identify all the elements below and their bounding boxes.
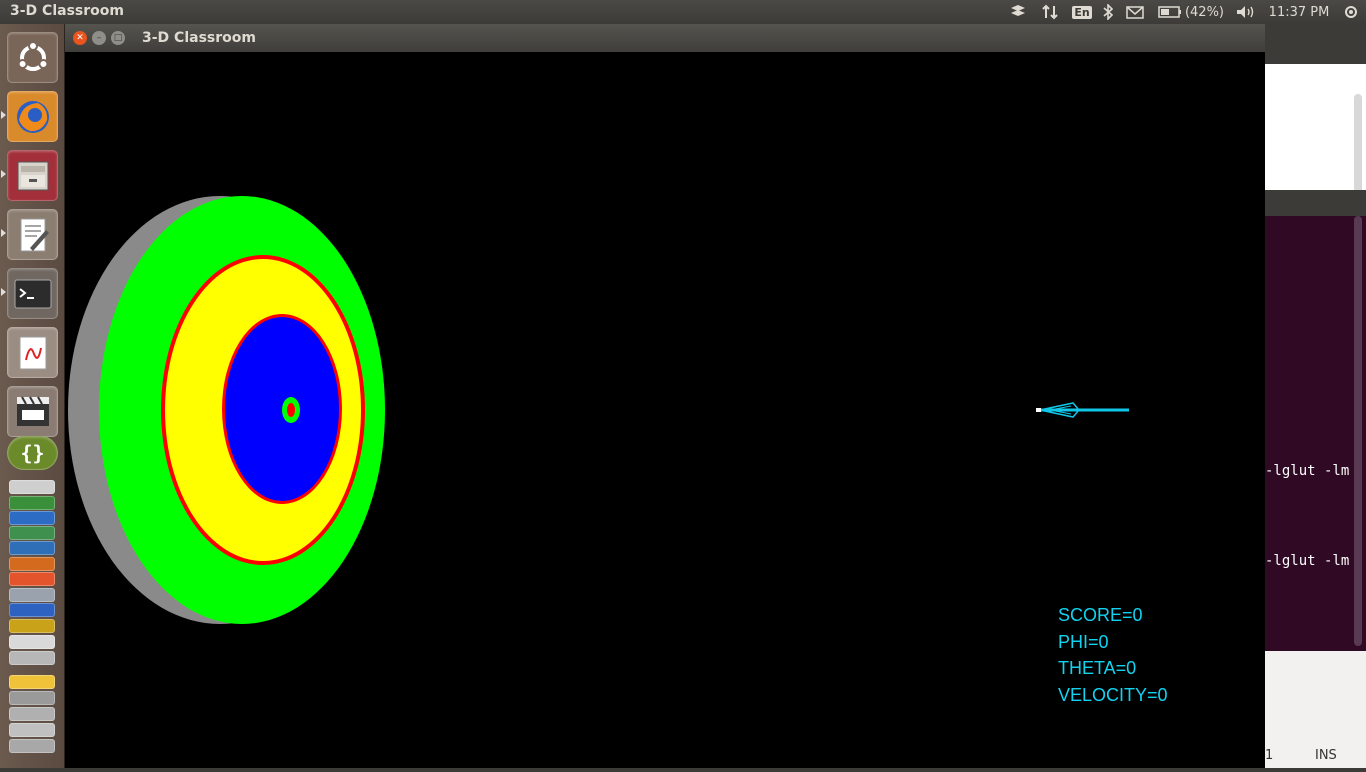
terminal-line: -lglut -lm [1265,553,1350,569]
launcher-stacked-app[interactable] [9,707,55,721]
target-board [68,196,385,624]
volume-icon[interactable] [1234,0,1258,24]
target-inner-ring [225,317,339,501]
launcher-stacked-app[interactable] [9,526,55,540]
launcher-terminal[interactable] [7,268,58,319]
clock[interactable]: 11:37 PM [1264,0,1334,24]
launcher-stacked-app[interactable] [9,511,55,525]
launcher-stacked-app[interactable] [9,557,55,571]
terminal-icon [14,279,51,308]
dropbox-icon[interactable] [1006,0,1030,24]
clock-time: 11:37 PM [1268,4,1330,20]
firefox-icon [16,100,49,133]
top-panel: 3-D Classroom En (42%) 11:37 PM [0,0,1366,24]
launcher-stacked-app[interactable] [9,496,55,510]
hud-phi: PHI=0 [1058,631,1109,652]
main-window: ✕ – □ 3-D Classroom SCORE=0 PHI=0 THETA=… [65,24,1265,768]
launcher-text-editor[interactable] [7,209,58,260]
background-window-toolbar [1265,24,1366,64]
files-icon [17,161,48,190]
keyboard-layout-indicator[interactable]: En [1071,0,1093,24]
arrow-tip [1036,408,1041,412]
launcher-running-indicator [1,111,6,119]
launcher-stacked-app[interactable] [9,619,55,633]
window-title-bar[interactable]: ✕ – □ 3-D Classroom [65,24,1265,52]
arrow[interactable] [1036,402,1129,418]
hud-velocity: VELOCITY=0 [1058,684,1168,705]
terminal-scrollbar[interactable] [1354,216,1362,646]
launcher-running-indicator [1,229,6,237]
hud-score: SCORE=0 [1058,605,1143,625]
status-insert-mode: INS [1315,748,1337,763]
launcher-stacked-app[interactable] [9,541,55,555]
text-editor-icon [20,218,49,251]
window-title: 3-D Classroom [142,30,256,46]
battery-icon [1158,6,1181,18]
bluetooth-icon[interactable] [1098,0,1118,24]
video-editor-icon [16,396,49,426]
launcher-running-indicator [1,170,6,178]
launcher-stacked-app[interactable] [9,675,55,689]
target-bullseye [287,403,295,417]
launcher-dash-button[interactable] [7,32,58,83]
launcher-files[interactable] [7,150,58,201]
launcher: {} [0,24,65,768]
ubuntu-logo-icon [17,40,48,71]
close-icon: ✕ [76,33,84,43]
system-gear-icon[interactable] [1340,0,1362,24]
launcher-stacked-app[interactable] [9,651,55,665]
battery-indicator[interactable]: (42%) [1156,0,1226,24]
terminal-line: -lglut -lm [1265,463,1350,479]
terminal-content[interactable]: -lglut -lm -lglut -lm [1265,216,1366,651]
close-button[interactable]: ✕ [73,31,87,45]
background-window[interactable]: -lglut -lm -lglut -lm 1 INS [1265,24,1366,768]
maximize-button[interactable]: □ [111,31,125,45]
launcher-trash[interactable] [9,739,55,753]
battery-percentage: (42%) [1184,4,1225,20]
minimize-icon: – [96,33,102,43]
brackets-icon: {} [20,441,45,465]
keyboard-layout-label: En [1072,5,1092,19]
maximize-icon: □ [113,33,123,43]
launcher-stacked-app[interactable] [9,603,55,617]
hud-theta: THETA=0 [1058,658,1137,678]
launcher-stacked-app[interactable] [9,635,55,649]
game-canvas[interactable]: SCORE=0 PHI=0 THETA=0 VELOCITY=0 [65,52,1265,768]
launcher-stacked-app[interactable] [9,588,55,602]
launcher-stacked-app[interactable] [9,691,55,705]
launcher-stacked-app[interactable] [9,723,55,737]
network-icon[interactable] [1038,0,1062,24]
terminal-header [1265,190,1366,216]
editor-status-bar: 1 INS [1265,744,1366,768]
mail-icon[interactable] [1124,0,1146,24]
launcher-brackets[interactable]: {} [7,436,58,470]
launcher-document-viewer[interactable] [7,327,58,378]
launcher-stacked-app[interactable] [9,480,55,494]
minimize-button[interactable]: – [92,31,106,45]
top-panel-app-title: 3-D Classroom [10,3,124,19]
launcher-video-editor[interactable] [7,386,58,437]
document-viewer-icon [19,336,46,369]
launcher-stacked-app[interactable] [9,572,55,586]
launcher-firefox[interactable] [7,91,58,142]
status-line-number: 1 [1265,748,1274,763]
hud: SCORE=0 PHI=0 THETA=0 VELOCITY=0 [1058,602,1168,708]
launcher-running-indicator [1,288,6,296]
